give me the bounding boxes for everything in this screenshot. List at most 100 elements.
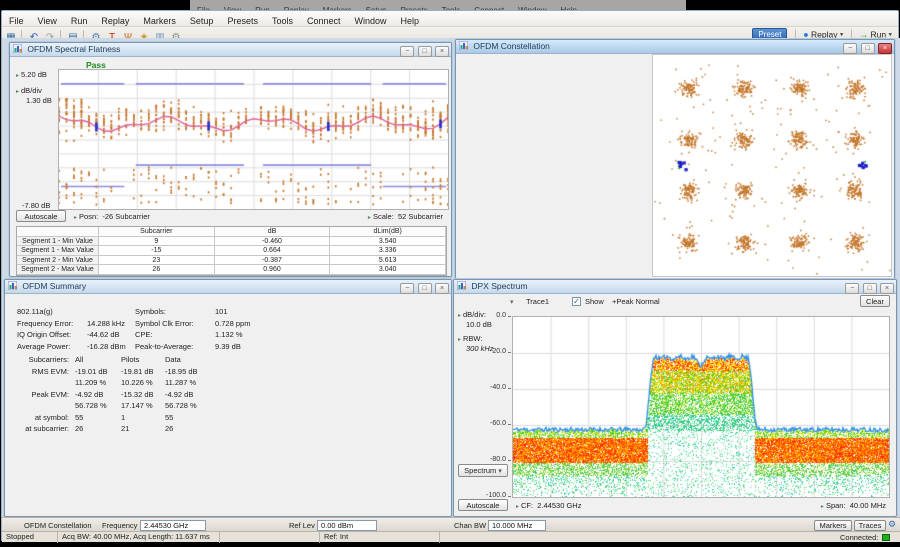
chan-bw-input[interactable]: 10.000 MHz bbox=[488, 520, 546, 531]
close-icon[interactable]: × bbox=[435, 46, 449, 57]
spectrum-dropdown[interactable]: Spectrum ▾ bbox=[458, 464, 508, 477]
summary-cell: 26 bbox=[75, 423, 121, 435]
markers-button[interactable]: Markers bbox=[814, 520, 852, 531]
summary-cell: 101 bbox=[215, 306, 250, 318]
flatness-table-cell: 3.336 bbox=[330, 246, 446, 256]
flatness-row-label: Segment 2 - Min Value bbox=[17, 256, 99, 266]
spinner-icon[interactable]: ▸ bbox=[368, 215, 371, 221]
summary-cell: -44.62 dB bbox=[87, 329, 135, 341]
connected-led bbox=[882, 534, 890, 541]
restore-icon[interactable]: □ bbox=[861, 43, 875, 54]
summary-cell: 21 bbox=[121, 423, 165, 435]
dpx-ytick bbox=[508, 460, 511, 461]
summary-cell: 55 bbox=[75, 412, 121, 424]
restore-icon[interactable]: □ bbox=[418, 283, 432, 294]
autoscale-button[interactable]: Autoscale bbox=[16, 210, 66, 222]
flatness-plot[interactable] bbox=[58, 69, 449, 210]
panel-title: OFDM Spectral Flatness bbox=[27, 44, 120, 54]
summary-cell: Pilots bbox=[121, 354, 165, 366]
restore-icon[interactable]: □ bbox=[418, 46, 432, 57]
panel-ofdm-summary: OFDM Summary − □ × 802.11a(g) Symbols:101… bbox=[4, 279, 452, 517]
spinner-icon[interactable]: ▸ bbox=[458, 313, 461, 319]
cf-label: CF: bbox=[521, 501, 533, 510]
posn-label: Posn: bbox=[79, 212, 98, 221]
collapse-icon[interactable]: ▾ bbox=[510, 299, 514, 306]
traces-button[interactable]: Traces bbox=[854, 520, 886, 531]
flatness-table-cell: 9 bbox=[99, 237, 215, 247]
summary-cell: All bbox=[75, 354, 121, 366]
summary-cell: 56.728 % bbox=[75, 400, 121, 412]
cf-value[interactable]: 2.44530 GHz bbox=[537, 501, 581, 510]
flatness-row-label: Segment 2 - Max Value bbox=[17, 265, 99, 275]
db-div-value[interactable]: 10.0 dB bbox=[466, 320, 492, 329]
clear-button[interactable]: Clear bbox=[860, 295, 890, 307]
spinner-icon[interactable]: ▸ bbox=[16, 73, 19, 79]
summary-cell: CPE: bbox=[135, 329, 215, 341]
dpx-ytick bbox=[508, 316, 511, 317]
summary-cell: -18.95 dB bbox=[165, 366, 213, 378]
trace-mode: +Peak Normal bbox=[612, 297, 660, 306]
spinner-icon[interactable]: ▸ bbox=[16, 89, 19, 95]
minimize-icon[interactable]: − bbox=[843, 43, 857, 54]
close-icon[interactable]: × bbox=[880, 283, 894, 294]
ref-lev-input[interactable]: 0.00 dBm bbox=[317, 520, 377, 531]
chevron-down-icon: ▾ bbox=[498, 468, 502, 475]
y-bottom-label: -7.80 dB bbox=[22, 201, 50, 210]
summary-cell: Subcarriers: bbox=[17, 354, 75, 366]
dpx-ytick-label: -100.0 bbox=[480, 492, 506, 499]
summary-cell: 26 bbox=[165, 423, 213, 435]
db-div-value: 1.30 dB bbox=[26, 96, 52, 105]
summary-cell: 9.39 dB bbox=[215, 341, 250, 353]
flatness-table-cell: 0.960 bbox=[215, 265, 331, 275]
summary-cell: IQ Origin Offset: bbox=[17, 329, 87, 341]
y-top-label: 5.20 dB bbox=[21, 70, 47, 79]
constellation-plot[interactable] bbox=[652, 54, 892, 277]
frequency-input[interactable]: 2.44530 GHz bbox=[140, 520, 206, 531]
show-checkbox[interactable]: ✓ bbox=[572, 297, 581, 306]
close-icon[interactable]: × bbox=[435, 283, 449, 294]
summary-cell: 0.728 ppm bbox=[215, 318, 250, 330]
summary-cell: at subcarrier: bbox=[17, 423, 75, 435]
summary-cell: 1.132 % bbox=[215, 329, 250, 341]
summary-cell: 802.11a(g) bbox=[17, 306, 87, 318]
summary-cell: 1 bbox=[121, 412, 165, 424]
acquisition-info: Acq BW: 40.00 MHz, Acq Length: 11.637 ms bbox=[58, 532, 220, 543]
dpx-ytick-label: -60.0 bbox=[480, 420, 506, 427]
dpx-plot[interactable] bbox=[512, 316, 890, 498]
span-value[interactable]: 40.00 MHz bbox=[850, 501, 886, 510]
panel-titlebar[interactable]: DPX Spectrum − □ × bbox=[454, 280, 896, 294]
summary-cell: Symbols: bbox=[135, 306, 215, 318]
gear-icon[interactable]: ⚙ bbox=[888, 519, 896, 530]
selected-display-label[interactable]: OFDM Constellation bbox=[24, 521, 92, 530]
flatness-table-cell: -0.387 bbox=[215, 256, 331, 266]
summary-cell: Peak EVM: bbox=[17, 389, 75, 401]
trace-name[interactable]: Trace1 bbox=[526, 297, 549, 306]
flatness-table-cell: -0.460 bbox=[215, 237, 331, 247]
flatness-table-cell: 3.540 bbox=[330, 237, 446, 247]
summary-cell bbox=[17, 400, 75, 412]
autoscale-button[interactable]: Autoscale bbox=[458, 499, 508, 511]
ref-lev-label: Ref Lev bbox=[289, 521, 315, 530]
frequency-label: Frequency bbox=[102, 521, 137, 530]
minimize-icon[interactable]: − bbox=[845, 283, 859, 294]
panel-titlebar[interactable]: OFDM Constellation − □ × bbox=[456, 40, 894, 54]
spinner-icon[interactable]: ▸ bbox=[516, 504, 519, 510]
panel-titlebar[interactable]: OFDM Spectral Flatness − □ × bbox=[10, 43, 451, 57]
minimize-icon[interactable]: − bbox=[400, 283, 414, 294]
flatness-table-header bbox=[17, 227, 99, 237]
reference-info: Ref: Int bbox=[320, 532, 440, 543]
summary-cell: Peak-to-Average: bbox=[135, 341, 215, 353]
spinner-icon[interactable]: ▸ bbox=[458, 337, 461, 343]
scale-value[interactable]: 52 Subcarrier bbox=[398, 212, 443, 221]
panel-titlebar[interactable]: OFDM Summary − □ × bbox=[5, 280, 451, 294]
close-icon[interactable]: × bbox=[878, 43, 892, 54]
minimize-icon[interactable]: − bbox=[400, 46, 414, 57]
posn-value[interactable]: -26 Subcarrier bbox=[102, 212, 150, 221]
restore-icon[interactable]: □ bbox=[863, 283, 877, 294]
summary-cell: 14.288 kHz bbox=[87, 318, 135, 330]
summary-cell: -4.92 dB bbox=[75, 389, 121, 401]
summary-cell: -15.32 dB bbox=[121, 389, 165, 401]
spinner-icon[interactable]: ▸ bbox=[74, 215, 77, 221]
dpx-ytick bbox=[508, 388, 511, 389]
spinner-icon[interactable]: ▸ bbox=[821, 504, 824, 510]
